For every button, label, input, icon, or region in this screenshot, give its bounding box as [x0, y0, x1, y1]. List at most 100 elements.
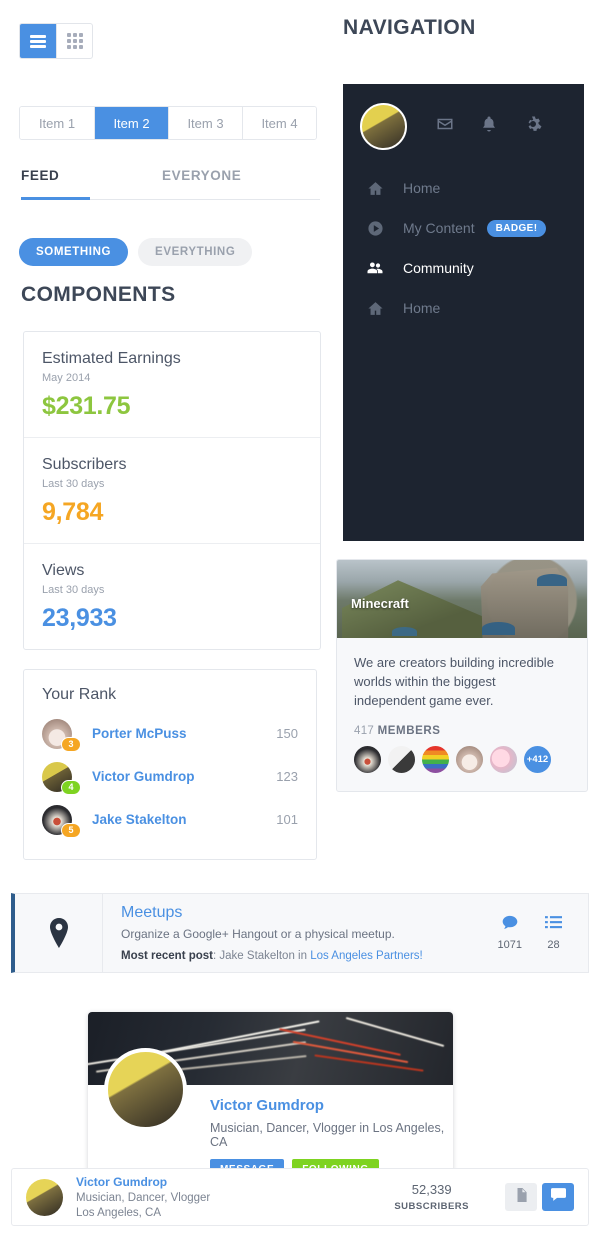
- sidebar-header-icons: [436, 115, 542, 138]
- profile-action-buttons: [505, 1183, 574, 1211]
- stat-label: Estimated Earnings: [42, 350, 181, 367]
- item-tab-4[interactable]: Item 4: [242, 107, 316, 139]
- item-tab-2[interactable]: Item 2: [94, 107, 168, 139]
- meetups-text-block: Meetups Organize a Google+ Hangout or a …: [102, 894, 498, 972]
- rank-row[interactable]: 5 Jake Stakelton 101: [42, 798, 298, 841]
- avatar: 3: [42, 718, 81, 752]
- members-count-row: 417 MEMBERS: [354, 725, 570, 737]
- profile-name[interactable]: Victor Gumdrop: [76, 1175, 210, 1189]
- meetups-comments-stat[interactable]: 1071: [498, 915, 522, 951]
- rank-row[interactable]: 3 Porter McPuss 150: [42, 712, 298, 755]
- rank-badge: 3: [61, 736, 81, 752]
- sidebar-item-home-2[interactable]: Home: [343, 288, 584, 328]
- grid-icon: [66, 33, 83, 49]
- profile-subtitle: Musician, Dancer, Vlogger in Los Angeles…: [210, 1121, 445, 1149]
- list-icon: [30, 33, 46, 50]
- avatar[interactable]: [422, 745, 449, 773]
- navigation-heading: NAVIGATION: [343, 16, 476, 39]
- rank-score: 123: [276, 769, 298, 784]
- item-tab-1[interactable]: Item 1: [20, 107, 94, 139]
- sidebar-item-label: Community: [403, 260, 474, 276]
- meetups-recent-post: Most recent post: Jake Stakelton in Los …: [121, 950, 423, 962]
- profile-info: Victor Gumdrop Musician, Dancer, Vlogger…: [76, 1175, 210, 1219]
- members-label: MEMBERS: [377, 724, 441, 737]
- recent-post-link[interactable]: Los Angeles Partners!: [310, 950, 423, 962]
- stat-value: 9,784: [42, 498, 104, 526]
- meetups-title[interactable]: Meetups: [121, 904, 498, 922]
- profile-name[interactable]: Victor Gumdrop: [210, 1097, 453, 1114]
- view-toggle-group: [19, 23, 93, 59]
- avatar[interactable]: [104, 1048, 187, 1131]
- stat-label: Views: [42, 562, 85, 579]
- avatar[interactable]: [354, 745, 381, 773]
- document-button[interactable]: [505, 1183, 537, 1211]
- cover-dome: [392, 627, 417, 637]
- stat-value: $231.75: [42, 392, 131, 420]
- feed-tab-group: FEED EVERYONE: [21, 168, 320, 200]
- subscribers-stat: 52,339 SUBSCRIBERS: [394, 1182, 469, 1212]
- meetups-banner[interactable]: Meetups Organize a Google+ Hangout or a …: [11, 893, 589, 973]
- sidebar-item-community[interactable]: Community: [343, 248, 584, 288]
- document-icon: [515, 1187, 527, 1207]
- sidebar-item-label: Home: [403, 180, 441, 196]
- meetups-list-stat[interactable]: 28: [545, 915, 562, 951]
- bell-icon[interactable]: [480, 115, 498, 138]
- subscribers-count: 52,339: [411, 1182, 452, 1197]
- rank-score: 150: [276, 726, 298, 741]
- rank-badge: 4: [61, 779, 81, 795]
- location-pin-icon: [15, 918, 102, 948]
- components-heading: COMPONENTS: [21, 283, 176, 306]
- avatar[interactable]: [490, 745, 517, 773]
- sidebar-header: [343, 84, 584, 168]
- stat-period: Last 30 days: [42, 584, 105, 596]
- pill-something[interactable]: SOMETHING: [19, 238, 129, 266]
- pill-everything[interactable]: EVERYTHING: [138, 238, 253, 266]
- grid-view-button[interactable]: [56, 24, 92, 58]
- community-name: Minecraft: [351, 596, 409, 611]
- tab-feed[interactable]: FEED: [21, 168, 90, 200]
- sidebar-item-my-content[interactable]: My Content BADGE!: [343, 208, 584, 248]
- stat-period: Last 30 days: [42, 478, 105, 490]
- avatar[interactable]: [388, 745, 415, 773]
- stat-views: Views Last 30 days 23,933: [24, 543, 320, 649]
- mail-icon[interactable]: [436, 115, 454, 138]
- avatar[interactable]: [360, 102, 407, 150]
- tab-everyone[interactable]: EVERYONE: [162, 168, 241, 200]
- cover-dome: [537, 574, 567, 586]
- sidebar-item-home[interactable]: Home: [343, 168, 584, 208]
- rank-card: Your Rank 3 Porter McPuss 150 4 Victor G…: [23, 669, 317, 860]
- sidebar-item-label: Home: [403, 300, 441, 316]
- stat-label: Subscribers: [42, 456, 127, 473]
- rank-name[interactable]: Jake Stakelton: [92, 812, 187, 827]
- sidebar-item-label: My Content: [403, 220, 475, 236]
- profile-location: Los Angeles, CA: [76, 1207, 162, 1219]
- rank-badge: 5: [61, 822, 81, 838]
- rank-name[interactable]: Porter McPuss: [92, 726, 187, 741]
- chat-button[interactable]: [542, 1183, 574, 1211]
- item-tab-group: Item 1 Item 2 Item 3 Item 4: [19, 106, 317, 140]
- recent-post-label: Most recent post: [121, 950, 214, 962]
- rank-row[interactable]: 4 Victor Gumdrop 123: [42, 755, 298, 798]
- gear-icon[interactable]: [524, 115, 542, 138]
- subscribers-label: SUBSCRIBERS: [394, 1201, 469, 1212]
- rank-title: Your Rank: [42, 686, 117, 703]
- meetups-stats: 1071 28: [498, 915, 588, 951]
- sidebar: Home My Content BADGE! Community Home: [343, 84, 584, 541]
- rank-name[interactable]: Victor Gumdrop: [92, 769, 195, 784]
- more-members-badge[interactable]: +412: [524, 745, 551, 773]
- avatar[interactable]: [456, 745, 483, 773]
- stat-value: 23,933: [42, 604, 117, 632]
- profile-summary-bar: Victor Gumdrop Musician, Dancer, Vlogger…: [11, 1168, 589, 1226]
- community-card[interactable]: Minecraft We are creators building incre…: [336, 559, 588, 792]
- comment-icon: [502, 915, 518, 934]
- member-avatar-list: +412: [354, 745, 570, 773]
- list-view-button[interactable]: [20, 24, 56, 58]
- cover-dome: [482, 622, 515, 635]
- stats-card: Estimated Earnings May 2014 $231.75 Subs…: [23, 331, 321, 650]
- avatar: 4: [42, 761, 81, 795]
- list-icon: [545, 916, 562, 934]
- item-tab-3[interactable]: Item 3: [168, 107, 242, 139]
- avatar[interactable]: [26, 1178, 63, 1216]
- community-body: We are creators building incredible worl…: [337, 638, 587, 791]
- play-circle-icon: [363, 220, 387, 237]
